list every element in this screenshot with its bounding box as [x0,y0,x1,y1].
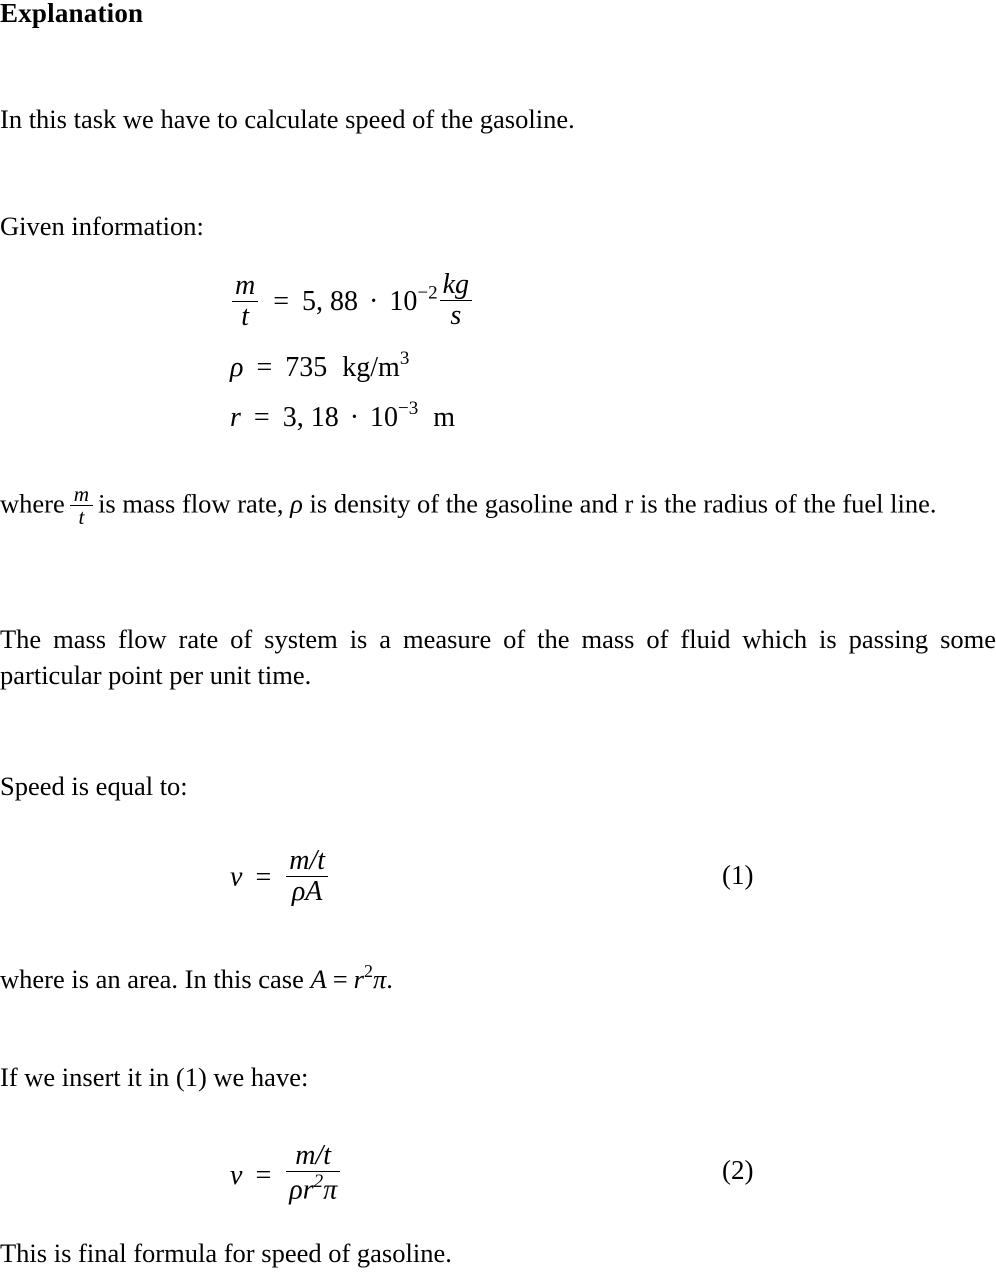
equation-1: v = m/t ρA [230,845,330,908]
radius-symbol: r [230,401,241,433]
equation-2-number: (2) [722,1155,754,1185]
mass-flow-value: 5, 88 [302,286,359,318]
density-unit: kg/m [342,351,400,383]
where-part-3: is density of the gasoline and r is the … [309,488,937,519]
density-equals: = [256,351,273,383]
where-frac-numerator: m [73,482,90,506]
radius-equals: = [253,401,270,433]
where-part-2: is mass flow rate, [98,488,284,519]
density-symbol: ρ [230,351,244,383]
equation-2-denominator-r: r [302,1174,314,1206]
insert-paragraph: If we insert it in (1) we have: [0,1062,309,1092]
equation-2-equals: = [255,1160,272,1192]
document-page: Explanation In this task we have to calc… [0,0,996,1273]
radius-value: 3, 18 [282,401,339,433]
area-symbol: A [310,964,327,995]
radius-multiplication-dot: · [349,401,360,433]
mass-flow-rate-fraction: m t [232,269,259,332]
mass-flow-equals: = [273,286,290,318]
where-rho-symbol: ρ [290,488,303,519]
where-mass-flow-fraction: mt [69,482,94,529]
equation-1-denominator: ρA [286,876,329,908]
mass-flow-numerator: m [235,269,256,301]
equation-1-denominator-area: A [305,876,323,908]
equation-2-denominator-rho: ρ [289,1174,303,1206]
equation-1-fraction: m/t ρA [286,845,329,908]
speed-label: Speed is equal to: [0,771,188,801]
density-unit-exponent: 3 [399,348,410,370]
mass-flow-definition-paragraph: The mass flow rate of system is a measur… [0,624,996,690]
area-part-1: where is an area. In this case [0,964,304,995]
mass-flow-unit-fraction: kg s [439,269,473,331]
equation-1-denominator-rho: ρ [291,876,306,908]
mass-flow-unit-denominator: s [439,300,473,331]
intro-paragraph: In this task we have to calculate speed … [0,104,575,134]
density-value: 735 [285,351,328,383]
final-paragraph: This is final formula for speed of gasol… [0,1238,452,1268]
area-radius-exponent: 2 [363,961,373,981]
where-frac-denominator: t [69,505,94,529]
mass-flow-denominator: t [232,300,259,332]
area-paragraph: where is an area. In this case A = r2π. [0,953,996,997]
equation-1-number: (1) [722,860,754,890]
equation-1-numerator: m/t [289,845,326,876]
mass-flow-multiplication-dot: · [369,286,379,318]
given-mass-flow-rate-equation: m t = 5, 88 · 10−2 kg s [230,269,474,332]
area-period: . [386,964,393,995]
equation-2-fraction: m/t ρr2π [286,1140,341,1206]
radius-power-exponent: −3 [398,397,419,419]
equation-2-denominator-exponent: 2 [313,1171,324,1193]
given-information-block: m t = 5, 88 · 10−2 kg s ρ = 735 kg/m3 r … [230,269,474,440]
given-density-equation: ρ = 735 kg/m3 [230,348,474,384]
equation-2-numerator: m/t [295,1140,332,1171]
equation-2-denominator-pi: π [323,1174,338,1206]
given-radius-equation: r = 3, 18 · 10−3 m [230,398,474,434]
mass-flow-power-exponent: −2 [417,282,438,304]
where-part-1: where [0,488,65,519]
area-equals: = [332,964,348,995]
given-information-label: Given information: [0,211,204,241]
equation-2: v = m/t ρr2π [230,1140,342,1206]
mass-flow-unit-numerator: kg [442,269,470,300]
radius-unit: m [433,401,456,433]
equation-1-lhs: v [230,861,243,893]
mass-flow-power-base: 10 [389,286,418,318]
area-pi-symbol: π [372,964,387,995]
equation-2-denominator: ρr2π [286,1171,341,1206]
area-radius-symbol: r [353,964,364,995]
page-title: Explanation [0,0,144,28]
where-definitions-paragraph: where m t is mass flow rate, ρ is density o… [0,483,996,529]
radius-power-base: 10 [370,401,399,433]
equation-1-equals: = [255,861,272,893]
equation-2-lhs: v [230,1160,243,1192]
